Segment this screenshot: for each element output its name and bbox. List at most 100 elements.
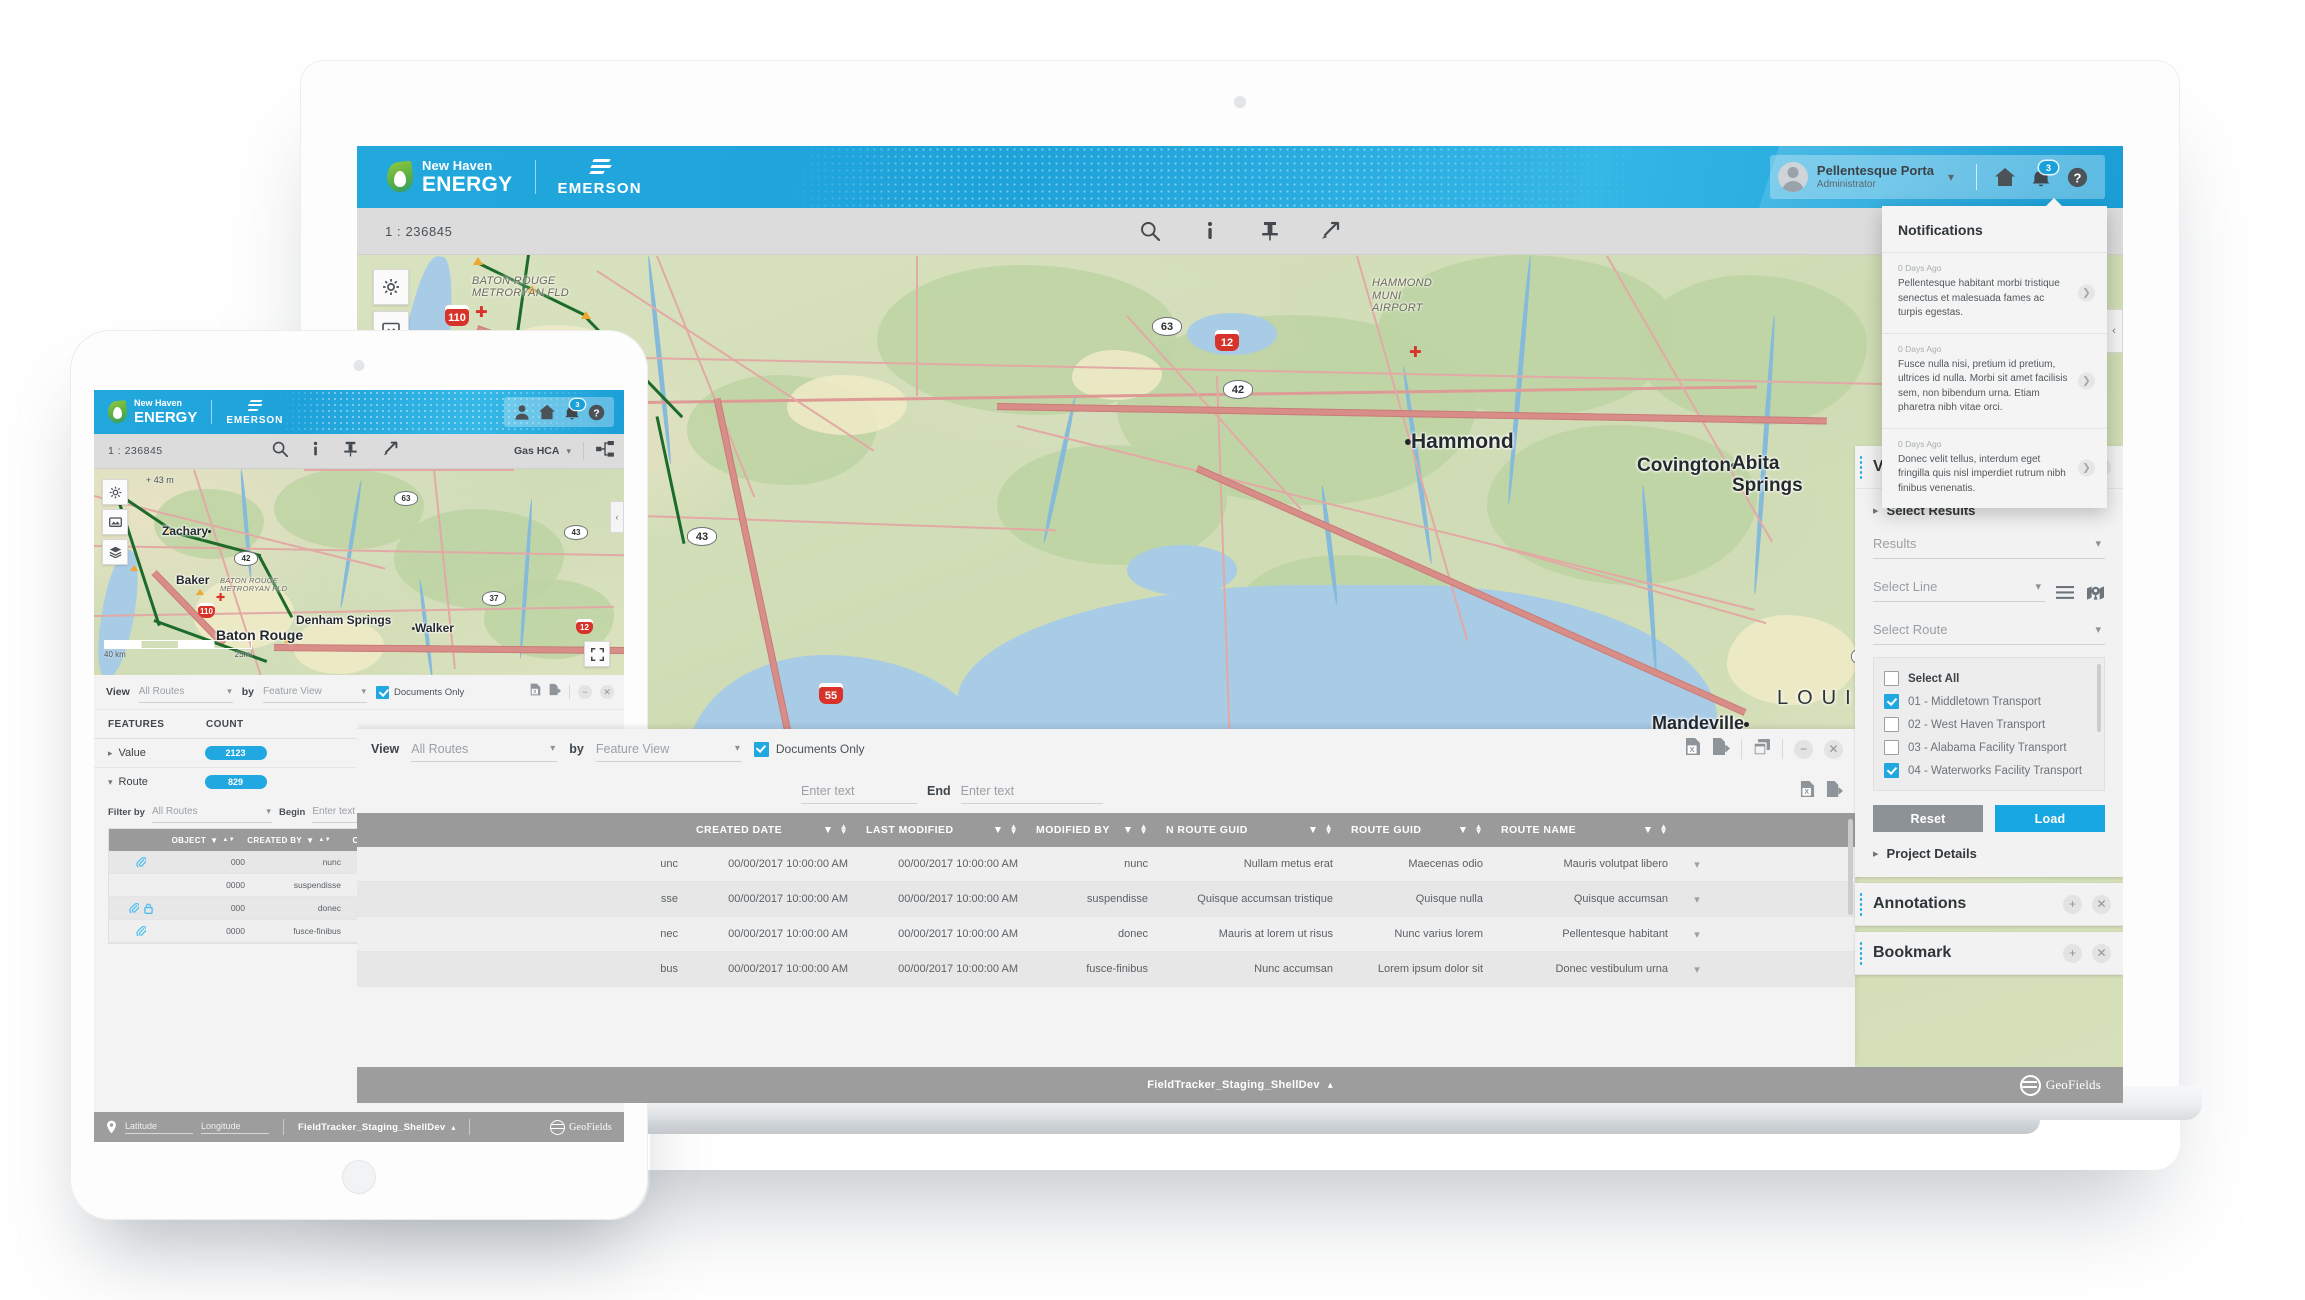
search-icon[interactable] (1139, 220, 1161, 242)
minimize-icon[interactable]: − (1794, 739, 1813, 759)
chevron-up-icon[interactable]: ▴ (1328, 1080, 1333, 1091)
filter-icon[interactable]: ▼ (823, 824, 834, 836)
pin-icon[interactable] (343, 441, 358, 462)
chevron-right-icon[interactable]: ❯ (2078, 372, 2095, 389)
filter-icon[interactable]: ▼ (993, 824, 1004, 836)
measure-icon[interactable] (1319, 220, 1341, 242)
sort-icon[interactable]: ▲▼ (1140, 823, 1148, 835)
sort-icon[interactable]: ▲▼ (1325, 823, 1333, 835)
add-icon[interactable]: + (2063, 943, 2082, 963)
add-icon[interactable]: + (2063, 894, 2082, 914)
table-row[interactable]: bus 00/00/2017 10:00:00 AM 00/00/2017 10… (357, 952, 1855, 987)
table-row[interactable]: unc 00/00/2017 10:00:00 AM 00/00/2017 10… (357, 847, 1855, 882)
filter-icon[interactable]: ▼ (1643, 824, 1654, 836)
latitude-field[interactable]: Latitude (125, 1121, 193, 1134)
minimize-icon[interactable]: − (578, 685, 592, 699)
route-list-item[interactable]: 02 - West Haven Transport (1884, 713, 2094, 736)
bell-icon[interactable]: 3 (561, 398, 585, 423)
map-settings-button[interactable] (102, 479, 128, 505)
begin-input[interactable]: Enter text (801, 778, 917, 804)
map-basemap-button[interactable] (102, 509, 128, 535)
chevron-up-icon[interactable]: ▴ (451, 1123, 455, 1132)
tablet-map-viewport[interactable]: ✚ BATON ROUGE METRORYAN FLD Zachary Bake… (94, 469, 624, 675)
reset-button[interactable]: Reset (1873, 805, 1983, 832)
checkbox[interactable] (1884, 763, 1899, 778)
filter-icon[interactable]: ▼ (1123, 824, 1134, 836)
info-icon[interactable] (312, 441, 319, 462)
route-list-item[interactable]: 01 - Middletown Transport (1884, 690, 2094, 713)
close-icon[interactable]: ✕ (600, 685, 614, 699)
select-all-row[interactable]: Select All (1884, 667, 2094, 690)
project-details-section[interactable]: ▸ Project Details (1873, 846, 2105, 861)
filter-icon[interactable]: ▼ (1308, 824, 1319, 836)
close-icon[interactable]: ✕ (1824, 739, 1843, 759)
close-icon[interactable]: ✕ (2092, 894, 2111, 914)
pin-icon[interactable] (1259, 220, 1281, 242)
row-expand-icon[interactable]: ▾ (1677, 893, 1717, 906)
avatar[interactable] (1777, 162, 1808, 192)
route-list-item[interactable]: 04 - Waterworks Facility Transport (1884, 759, 2094, 782)
export-file-icon[interactable] (1826, 780, 1844, 803)
chevron-down-icon[interactable]: ▾ (108, 777, 113, 788)
map-panel-collapse-handle[interactable]: ‹ (610, 501, 624, 533)
chevron-right-icon[interactable]: ❯ (2078, 459, 2095, 477)
view-routes-dropdown[interactable]: All Routes ▾ (411, 736, 558, 762)
filter-icon[interactable]: ▼ (210, 836, 218, 845)
avatar[interactable] (511, 402, 532, 423)
export-excel-icon[interactable]: X (1800, 780, 1815, 803)
row-expand-icon[interactable]: ▾ (1677, 858, 1717, 871)
panel-grip-icon[interactable] (1859, 892, 1863, 916)
checkbox[interactable] (753, 741, 769, 757)
export-excel-icon[interactable]: X (1685, 737, 1701, 761)
close-icon[interactable]: ✕ (2092, 943, 2111, 963)
sort-icon[interactable]: ▲▼ (222, 837, 235, 843)
documents-only-toggle[interactable]: Documents Only (376, 685, 464, 699)
sort-icon[interactable]: ▲▼ (1660, 823, 1668, 835)
list-view-icon[interactable] (2055, 583, 2075, 603)
feature-view-dropdown[interactable]: Feature View ▾ (263, 681, 368, 703)
select-route-dropdown[interactable]: Select Route ▾ (1873, 614, 2105, 645)
lock-icon[interactable] (144, 903, 153, 914)
home-icon[interactable] (536, 402, 557, 423)
tablet-home-button[interactable] (342, 1160, 376, 1194)
documents-only-toggle[interactable]: Documents Only (753, 741, 865, 757)
filter-by-dropdown[interactable]: All Routes ▾ (151, 801, 272, 823)
export-file-icon[interactable] (549, 683, 562, 701)
sort-icon[interactable]: ▲▼ (318, 837, 331, 843)
map-fullscreen-button[interactable] (584, 641, 610, 667)
checkbox[interactable] (1884, 717, 1899, 732)
longitude-field[interactable]: Longitude (201, 1121, 269, 1134)
checkbox[interactable] (376, 685, 390, 699)
view-routes-dropdown[interactable]: All Routes ▾ (138, 681, 233, 703)
attachment-icon[interactable] (136, 926, 146, 936)
filter-icon[interactable]: ▼ (306, 836, 314, 845)
row-expand-icon[interactable]: ▾ (1677, 928, 1717, 941)
results-dropdown[interactable]: Results ▾ (1873, 528, 2105, 559)
map-layers-button[interactable] (102, 539, 128, 565)
panel-grip-icon[interactable] (1859, 455, 1863, 479)
export-file-icon[interactable] (1712, 737, 1731, 761)
network-tree-icon[interactable] (596, 440, 614, 462)
end-input[interactable]: Enter text (960, 778, 1103, 804)
route-list-item[interactable]: 03 - Alabama Facility Transport (1884, 736, 2094, 759)
select-line-dropdown[interactable]: Select Line ▾ (1873, 571, 2045, 602)
sort-icon[interactable]: ▲▼ (1010, 823, 1018, 835)
row-expand-icon[interactable]: ▾ (1677, 963, 1717, 976)
table-row[interactable]: nec 00/00/2017 10:00:00 AM 00/00/2017 10… (357, 917, 1855, 952)
info-icon[interactable] (1199, 220, 1221, 242)
export-excel-icon[interactable]: X (530, 683, 541, 701)
attachment-icon[interactable] (129, 903, 139, 913)
duplicate-window-icon[interactable] (1753, 738, 1771, 761)
table-scrollbar[interactable] (1848, 819, 1853, 915)
attachment-icon[interactable] (136, 857, 146, 867)
chevron-right-icon[interactable]: ❯ (2078, 284, 2095, 302)
help-icon[interactable]: ? (586, 402, 607, 423)
filter-icon[interactable]: ▼ (1458, 824, 1469, 836)
sort-icon[interactable]: ▲▼ (840, 823, 848, 835)
list-scrollbar[interactable] (2097, 664, 2101, 732)
chevron-right-icon[interactable]: ▸ (108, 748, 113, 759)
map-pin-layer-icon[interactable] (2085, 583, 2105, 603)
search-icon[interactable] (272, 441, 289, 462)
layer-select-dropdown[interactable]: Gas HCA ▾ (514, 445, 571, 457)
notification-item[interactable]: 0 Days Ago Pellentesque habitant morbi t… (1882, 253, 2107, 334)
